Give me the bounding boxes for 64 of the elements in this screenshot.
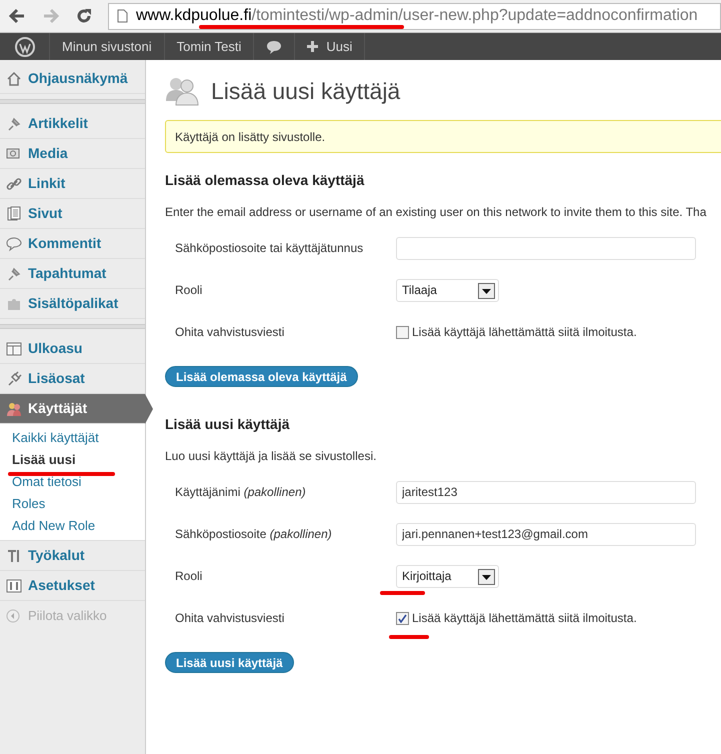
sidebar-item[interactable]: Media xyxy=(0,139,145,169)
speech-bubble-icon xyxy=(6,236,22,252)
house-icon xyxy=(6,70,22,86)
admin-bar-link[interactable]: Minun sivustoni xyxy=(62,36,152,56)
submenu-item[interactable]: Add New Role xyxy=(0,515,145,537)
text-field[interactable]: jari.pennanen+test123@gmail.com xyxy=(396,522,696,546)
address-bar[interactable]: www.kdpuolue.fi/tomintesti/wp-admin/user-new.php?update=addnoconfirmation xyxy=(108,2,721,30)
section-description: Luo uusi käyttäjä ja lisää se sivustollesi. xyxy=(165,448,378,465)
text-field[interactable]: jaritest123 xyxy=(396,480,696,504)
admin-bar-link[interactable]: Tomin Testi xyxy=(176,36,242,56)
submenu-item[interactable]: Roles xyxy=(0,493,145,515)
sliders-icon xyxy=(6,578,22,594)
check-icon xyxy=(398,614,407,622)
checkbox-label[interactable]: Lisää käyttäjä lähettämättä siitä ilmoitusta. xyxy=(412,609,637,627)
sidebar-item[interactable]: Sisältöpalikat xyxy=(0,289,145,319)
pages-icon xyxy=(6,206,22,222)
sidebar-item[interactable]: Työkalut xyxy=(0,541,145,571)
add-existing-user-button[interactable]: Lisää olemassa oleva käyttäjä xyxy=(165,366,358,387)
reload-icon[interactable] xyxy=(76,8,92,24)
sidebar-item[interactable]: Artikkelit xyxy=(0,109,145,139)
field-label: Käyttäjänimi (pakollinen) xyxy=(175,484,307,501)
add-new-user-button[interactable]: Lisää uusi käyttäjä xyxy=(165,652,294,673)
plug-icon xyxy=(6,370,22,386)
sidebar-item[interactable]: Sivut xyxy=(0,199,145,229)
submenu-item[interactable]: Kaikki käyttäjät xyxy=(0,427,145,449)
field-label: Sähköpostiosoite (pakollinen) xyxy=(175,526,333,543)
arrow-circle-icon xyxy=(6,609,20,623)
section-heading: Lisää olemassa oleva käyttäjä xyxy=(165,171,366,190)
wordpress-logo-icon[interactable] xyxy=(14,36,34,56)
collapse-label: Piilota valikko xyxy=(28,607,107,626)
sidebar-item[interactable]: Tapahtumat xyxy=(0,259,145,289)
role-dropdown[interactable]: Tilaaja xyxy=(396,278,499,302)
checkbox-label[interactable]: Lisää käyttäjä lähettämättä siitä ilmoitusta. xyxy=(412,323,637,341)
submenu-item[interactable]: Lisää uusi xyxy=(0,449,145,471)
back-icon[interactable] xyxy=(8,8,26,24)
sidebar-item[interactable]: Ulkoasu xyxy=(0,334,145,364)
section-description: Enter the email address or username of an existing user on this network to invite them to this site. Tha xyxy=(165,204,708,221)
field-label: Sähköpostiosoite tai käyttäjätunnus xyxy=(175,240,364,257)
field-label: Rooli xyxy=(175,568,204,585)
section-heading: Lisää uusi käyttäjä xyxy=(165,415,291,434)
notice-message: Käyttäjä on lisätty sivustolle. xyxy=(165,120,721,153)
sidebar-item[interactable]: Ohjausnäkymä xyxy=(0,64,145,94)
page-title: Lisää uusi käyttäjä xyxy=(211,76,400,106)
field-label: Ohita vahvistusviesti xyxy=(175,324,286,341)
role-dropdown[interactable]: Kirjoittaja xyxy=(396,564,499,588)
speech-bubble-icon[interactable] xyxy=(266,40,282,54)
tools-icon xyxy=(6,548,22,564)
sidebar-item[interactable]: Asetukset xyxy=(0,571,145,601)
checkbox[interactable] xyxy=(396,612,409,624)
field-label: Ohita vahvistusviesti xyxy=(175,610,286,627)
users-icon xyxy=(165,75,199,107)
checkbox[interactable] xyxy=(396,326,409,338)
page-icon xyxy=(117,9,128,23)
layout-icon xyxy=(6,340,22,356)
plus-icon xyxy=(307,41,318,52)
link-icon xyxy=(6,176,22,192)
sidebar-item[interactable]: Kommentit xyxy=(0,229,145,259)
users-icon xyxy=(6,400,22,416)
media-icon xyxy=(6,146,22,162)
submenu-item[interactable]: Omat tietosi xyxy=(0,471,145,493)
text-field[interactable] xyxy=(396,236,696,260)
new-menu-link[interactable]: Uusi xyxy=(326,36,352,56)
field-label: Rooli xyxy=(175,282,204,299)
sidebar-item[interactable]: Linkit xyxy=(0,169,145,199)
